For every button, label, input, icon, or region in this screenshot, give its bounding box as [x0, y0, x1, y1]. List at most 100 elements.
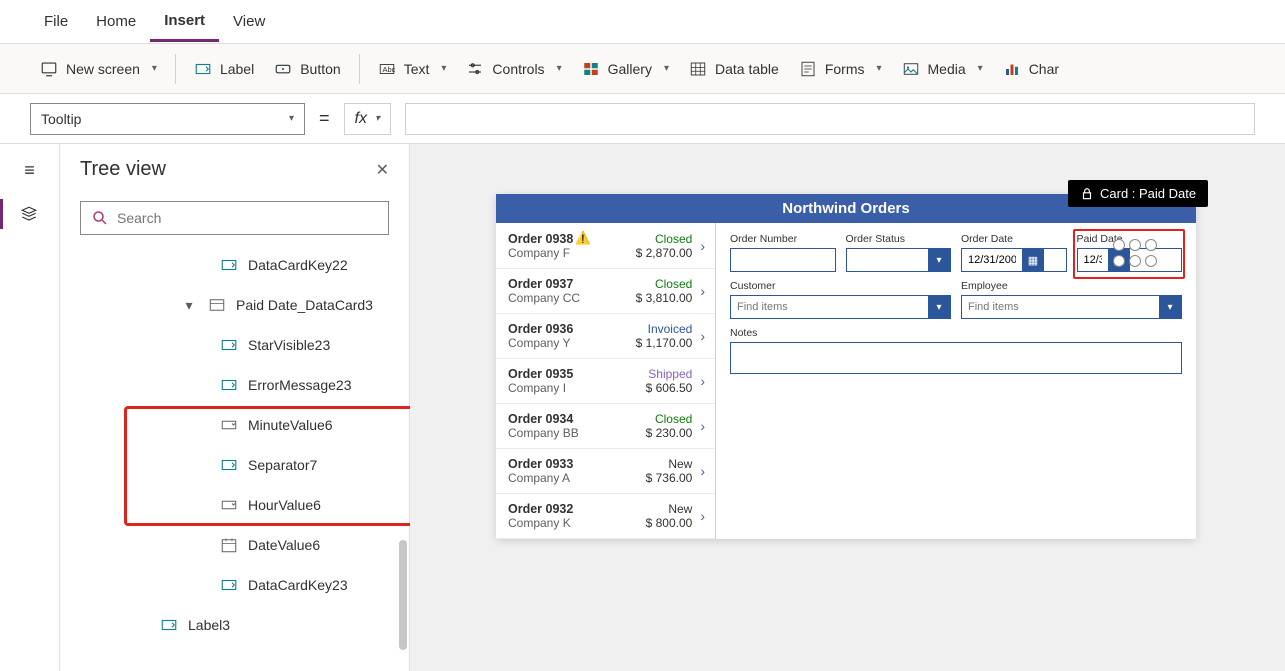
- label-icon: [220, 456, 238, 474]
- order-gallery[interactable]: Order 0938⚠️Company FClosed$ 2,870.00› Or…: [496, 223, 716, 539]
- order-status-dropdown[interactable]: ▾: [846, 248, 952, 272]
- tree-item-label: DataCardKey23: [248, 577, 348, 593]
- fx-button[interactable]: fx▾: [344, 103, 391, 135]
- scrollbar-thumb[interactable]: [399, 540, 407, 650]
- order-amount: $ 3,810.00: [636, 291, 693, 305]
- tree-item[interactable]: HourValue6: [60, 485, 409, 525]
- order-row[interactable]: Order 0938⚠️Company FClosed$ 2,870.00›: [496, 223, 715, 269]
- svg-text:Abc: Abc: [382, 65, 395, 74]
- tree-item[interactable]: DataCardKey22: [60, 245, 409, 285]
- chevron-down-icon: ▾: [289, 113, 294, 124]
- chevron-right-icon: ›: [700, 508, 705, 524]
- date-icon: [220, 536, 238, 554]
- tree-item-label: HourValue6: [248, 497, 321, 513]
- data-table-button[interactable]: Data table: [679, 54, 789, 84]
- order-form: Order Number Order Status ▾ Order Date ▦: [716, 223, 1196, 539]
- order-amount: $ 800.00: [646, 516, 693, 530]
- order-row[interactable]: Order 0935Company IShipped$ 606.50›: [496, 359, 715, 404]
- ribbon: New screen▾ Label Button Abc Text▾ Contr…: [0, 44, 1285, 94]
- close-icon[interactable]: ✕: [376, 160, 389, 180]
- chevron-down-icon: ▾: [876, 63, 881, 74]
- chevron-down-icon: ▾: [978, 63, 983, 74]
- tree-item[interactable]: Label3: [60, 605, 409, 645]
- order-number-input[interactable]: [730, 248, 836, 272]
- forms-icon: [799, 60, 817, 78]
- tree-item-label: ErrorMessage23: [248, 377, 352, 393]
- dropdown-icon: [220, 496, 238, 514]
- tree-view-icon[interactable]: [0, 199, 59, 229]
- search-icon: [91, 209, 109, 227]
- order-amount: $ 606.50: [646, 381, 693, 395]
- card-tooltip: Card : Paid Date: [1068, 180, 1208, 207]
- menu-file[interactable]: File: [30, 3, 82, 40]
- menu-insert[interactable]: Insert: [150, 2, 219, 42]
- label-icon: [160, 616, 178, 634]
- chevron-down-icon: ▾: [928, 249, 950, 271]
- label-button[interactable]: Label: [184, 54, 264, 84]
- calendar-icon[interactable]: ▦: [1022, 249, 1044, 271]
- chevron-right-icon: ›: [700, 328, 705, 344]
- order-status: Shipped: [648, 367, 692, 381]
- menu-home[interactable]: Home: [82, 3, 150, 40]
- order-number: Order 0935: [508, 367, 573, 381]
- order-status: New: [668, 457, 692, 471]
- controls-button[interactable]: Controls▾: [456, 54, 571, 84]
- order-company: Company F: [508, 246, 591, 260]
- tree-search[interactable]: [80, 201, 389, 235]
- charts-button[interactable]: Char: [993, 54, 1069, 84]
- tree-item-label: Paid Date_DataCard3: [236, 297, 373, 313]
- chevron-right-icon: ›: [700, 238, 705, 254]
- chevron-down-icon: ▾: [664, 63, 669, 74]
- tree-item[interactable]: Separator7: [60, 445, 409, 485]
- order-row[interactable]: Order 0936Company YInvoiced$ 1,170.00›: [496, 314, 715, 359]
- media-button[interactable]: Media▾: [892, 54, 993, 84]
- order-row[interactable]: Order 0934Company BBClosed$ 230.00›: [496, 404, 715, 449]
- hamburger-icon[interactable]: ≡: [24, 160, 35, 181]
- order-row[interactable]: Order 0932Company KNew$ 800.00›: [496, 494, 715, 539]
- chevron-right-icon: ›: [700, 283, 705, 299]
- tree-item[interactable]: MinuteValue6: [60, 405, 409, 445]
- forms-button[interactable]: Forms▾: [789, 54, 892, 84]
- gallery-button[interactable]: Gallery▾: [572, 54, 679, 84]
- tree-view-title: Tree view: [80, 158, 166, 181]
- screen-icon: [40, 60, 58, 78]
- order-row[interactable]: Order 0933Company ANew$ 736.00›: [496, 449, 715, 494]
- order-status: Closed: [655, 412, 692, 426]
- employee-dropdown[interactable]: Find items▾: [961, 295, 1182, 319]
- notes-input[interactable]: [730, 342, 1182, 374]
- order-amount: $ 230.00: [646, 426, 693, 440]
- order-date-text[interactable]: [962, 249, 1022, 271]
- property-dropdown[interactable]: Tooltip ▾: [30, 103, 305, 135]
- chevron-right-icon: ›: [700, 463, 705, 479]
- tree-item-label: Label3: [188, 617, 230, 633]
- expand-icon[interactable]: ▾: [180, 296, 198, 314]
- tree-item[interactable]: DateValue6: [60, 525, 409, 565]
- divider: [359, 54, 360, 84]
- tree-item[interactable]: ▾ Paid Date_DataCard3: [60, 285, 409, 325]
- label-icon: [220, 336, 238, 354]
- canvas[interactable]: Northwind Orders Order 0938⚠️Company FCl…: [410, 144, 1285, 671]
- new-screen-button[interactable]: New screen▾: [30, 54, 167, 84]
- selection-handles[interactable]: [1113, 239, 1157, 267]
- tree-item[interactable]: StarVisible23: [60, 325, 409, 365]
- order-company: Company Y: [508, 336, 573, 350]
- chart-icon: [1003, 60, 1021, 78]
- tree-view-panel: Tree view ✕ DataCardKey22 ▾ Paid Date_Data…: [60, 144, 410, 671]
- menu-view[interactable]: View: [219, 3, 279, 40]
- tree-item[interactable]: ErrorMessage23: [60, 365, 409, 405]
- tree-item[interactable]: DataCardKey23: [60, 565, 409, 605]
- order-company: Company A: [508, 471, 573, 485]
- formula-input[interactable]: [405, 103, 1255, 135]
- order-row[interactable]: Order 0937Company CCClosed$ 3,810.00›: [496, 269, 715, 314]
- paid-date-text[interactable]: [1078, 249, 1108, 271]
- tree-search-input[interactable]: [117, 210, 378, 226]
- label-icon: [220, 256, 238, 274]
- button-icon: [274, 60, 292, 78]
- text-button[interactable]: Abc Text▾: [368, 54, 457, 84]
- chevron-down-icon: ▾: [441, 63, 446, 74]
- customer-dropdown[interactable]: Find items▾: [730, 295, 951, 319]
- order-date-input[interactable]: ▦: [961, 248, 1067, 272]
- button-button[interactable]: Button: [264, 54, 350, 84]
- media-icon: [902, 60, 920, 78]
- lock-icon: [1080, 187, 1094, 201]
